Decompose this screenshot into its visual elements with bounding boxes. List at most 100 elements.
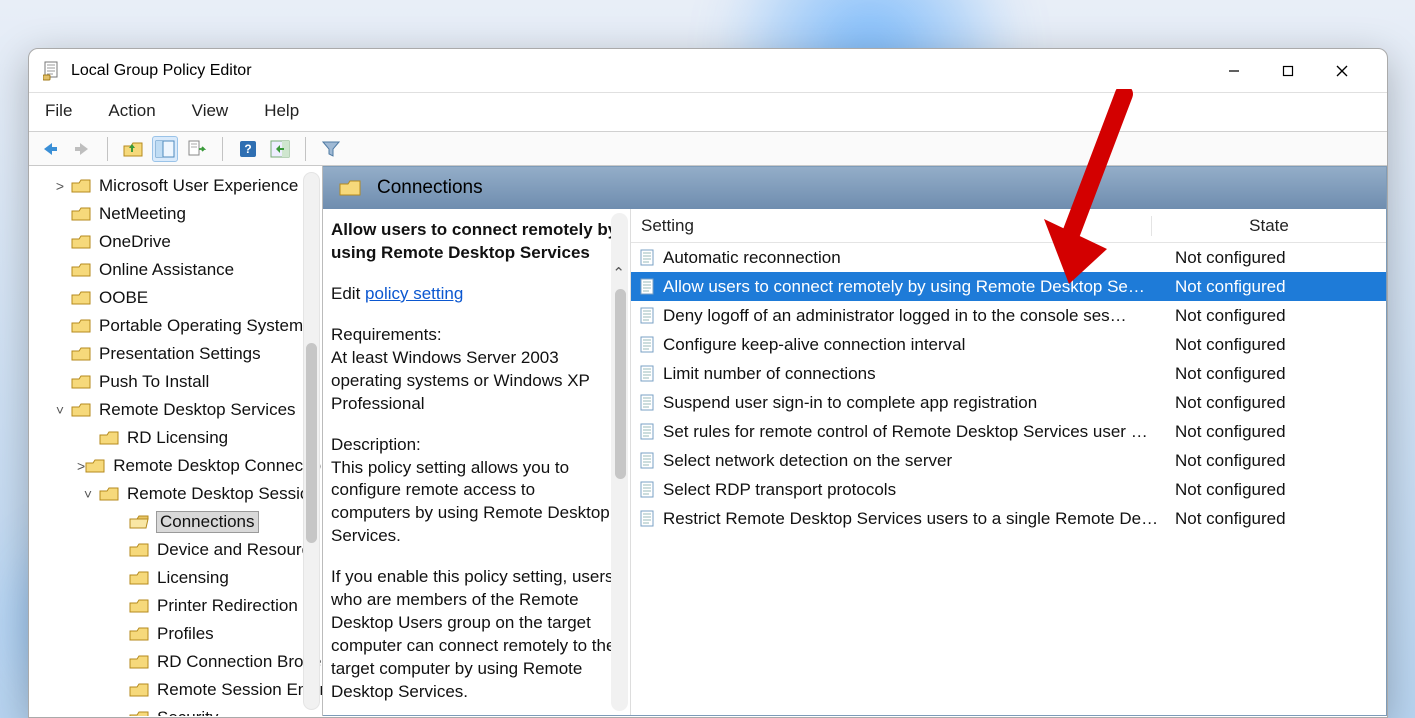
- requirements-body: At least Windows Server 2003 operating s…: [331, 347, 618, 416]
- description-head: Description:: [331, 434, 618, 457]
- setting-state: Not configured: [1165, 306, 1386, 326]
- setting-state: Not configured: [1165, 480, 1386, 500]
- tree-item[interactable]: RD Connection Broker: [29, 648, 322, 676]
- setting-row[interactable]: Restrict Remote Desktop Services users t…: [631, 504, 1386, 533]
- setting-row[interactable]: Set rules for remote control of Remote D…: [631, 417, 1386, 446]
- tree-item[interactable]: NetMeeting: [29, 200, 322, 228]
- tree-item[interactable]: Profiles: [29, 620, 322, 648]
- tree-item-label: Remote Desktop Connection: [113, 456, 323, 476]
- tree-scrollbar[interactable]: [303, 172, 320, 710]
- tree-item[interactable]: Presentation Settings: [29, 340, 322, 368]
- setting-name: Automatic reconnection: [663, 248, 1165, 268]
- tree-item-label: Portable Operating System: [99, 316, 303, 336]
- chevron-icon[interactable]: ˃: [49, 178, 71, 194]
- toolbar: ?: [29, 132, 1387, 166]
- tree-item[interactable]: ˃Microsoft User Experience: [29, 172, 322, 200]
- setting-row[interactable]: Allow users to connect remotely by using…: [631, 272, 1386, 301]
- setting-row[interactable]: Suspend user sign-in to complete app reg…: [631, 388, 1386, 417]
- setting-row[interactable]: Automatic reconnectionNot configured: [631, 243, 1386, 272]
- tree-item[interactable]: Connections: [29, 508, 322, 536]
- setting-row[interactable]: Configure keep-alive connection interval…: [631, 330, 1386, 359]
- tree-item-label: Remote Desktop Session: [127, 484, 319, 504]
- setting-name: Restrict Remote Desktop Services users t…: [663, 509, 1165, 529]
- setting-state: Not configured: [1165, 277, 1386, 297]
- menu-file[interactable]: File: [41, 99, 76, 123]
- requirements-head: Requirements:: [331, 324, 618, 347]
- setting-row[interactable]: Select network detection on the serverNo…: [631, 446, 1386, 475]
- setting-name: Configure keep-alive connection interval: [663, 335, 1165, 355]
- setting-row[interactable]: Deny logoff of an administrator logged i…: [631, 301, 1386, 330]
- column-headers[interactable]: Setting State: [631, 209, 1386, 243]
- folder-header: Connections: [323, 167, 1386, 209]
- setting-state: Not configured: [1165, 364, 1386, 384]
- policy-title: Allow users to connect remotely by using…: [331, 219, 618, 265]
- tree-item-label: Profiles: [157, 624, 214, 644]
- tree-item-label: Presentation Settings: [99, 344, 261, 364]
- tree-item[interactable]: ˃ Remote Desktop Connection: [29, 452, 322, 480]
- edit-label: Edit: [331, 284, 360, 303]
- tree-item-label: Licensing: [157, 568, 229, 588]
- chevron-icon[interactable]: ˃: [77, 458, 85, 474]
- tree-item[interactable]: RD Licensing: [29, 424, 322, 452]
- tree-item[interactable]: Remote Session Environment: [29, 676, 322, 704]
- tree-pane[interactable]: ˃Microsoft User Experience NetMeeting OneD…: [29, 166, 323, 716]
- desc-scrollbar-thumb[interactable]: [615, 289, 626, 479]
- filter-button[interactable]: [318, 136, 344, 162]
- setting-name: Suspend user sign-in to complete app reg…: [663, 393, 1165, 413]
- menu-view[interactable]: View: [188, 99, 233, 123]
- tree-item[interactable]: ˅ Remote Desktop Session: [29, 480, 322, 508]
- tree-item-label: Push To Install: [99, 372, 209, 392]
- setting-state: Not configured: [1165, 422, 1386, 442]
- chevron-up-icon[interactable]: ⌃: [612, 264, 625, 282]
- tree-item-label: Remote Desktop Services: [99, 400, 296, 420]
- setting-name: Limit number of connections: [663, 364, 1165, 384]
- close-button[interactable]: [1315, 49, 1369, 93]
- minimize-button[interactable]: [1207, 49, 1261, 93]
- tree-item[interactable]: Security: [29, 704, 322, 716]
- policy-setting-link[interactable]: policy setting: [365, 284, 463, 303]
- chevron-icon[interactable]: ˅: [77, 486, 99, 502]
- tree-item-label: NetMeeting: [99, 204, 186, 224]
- right-pane: Connections Allow users to connect remot…: [323, 166, 1387, 716]
- back-button[interactable]: [37, 136, 63, 162]
- description-body: This policy setting allows you to config…: [331, 457, 618, 549]
- setting-row[interactable]: Limit number of connectionsNot configure…: [631, 359, 1386, 388]
- settings-list: Setting State Automatic reconnectionNot …: [631, 209, 1386, 715]
- tree-item-label: OOBE: [99, 288, 148, 308]
- column-setting[interactable]: Setting: [631, 216, 1151, 236]
- tree-item-label: RD Connection Broker: [157, 652, 323, 672]
- setting-state: Not configured: [1165, 451, 1386, 471]
- folder-icon: [339, 179, 361, 197]
- chevron-icon[interactable]: ˅: [49, 402, 71, 418]
- tree-item[interactable]: Licensing: [29, 564, 322, 592]
- maximize-button[interactable]: [1261, 49, 1315, 93]
- action-pane-button[interactable]: [267, 136, 293, 162]
- tree-item[interactable]: Online Assistance: [29, 256, 322, 284]
- menu-help[interactable]: Help: [260, 99, 303, 123]
- setting-name: Select RDP transport protocols: [663, 480, 1165, 500]
- menu-bar: File Action View Help: [29, 93, 1387, 132]
- setting-name: Set rules for remote control of Remote D…: [663, 422, 1165, 442]
- folder-header-text: Connections: [377, 177, 483, 199]
- export-list-button[interactable]: [184, 136, 210, 162]
- tree-item[interactable]: OOBE: [29, 284, 322, 312]
- setting-row[interactable]: Select RDP transport protocolsNot config…: [631, 475, 1386, 504]
- column-state[interactable]: State: [1151, 216, 1386, 236]
- menu-action[interactable]: Action: [104, 99, 159, 123]
- forward-button[interactable]: [69, 136, 95, 162]
- tree-item[interactable]: OneDrive: [29, 228, 322, 256]
- tree-item-label: Printer Redirection: [157, 596, 298, 616]
- setting-state: Not configured: [1165, 509, 1386, 529]
- setting-name: Deny logoff of an administrator logged i…: [663, 306, 1165, 326]
- tree-item[interactable]: Push To Install: [29, 368, 322, 396]
- tree-item-label: Remote Session Environment: [157, 680, 323, 700]
- svg-text:?: ?: [244, 142, 251, 156]
- show-hide-tree-button[interactable]: [152, 136, 178, 162]
- tree-item[interactable]: Portable Operating System: [29, 312, 322, 340]
- help-button[interactable]: ?: [235, 136, 261, 162]
- tree-item[interactable]: Printer Redirection: [29, 592, 322, 620]
- tree-item[interactable]: Device and Resource: [29, 536, 322, 564]
- tree-item-label: OneDrive: [99, 232, 171, 252]
- tree-item[interactable]: ˅ Remote Desktop Services: [29, 396, 322, 424]
- up-one-level-button[interactable]: [120, 136, 146, 162]
